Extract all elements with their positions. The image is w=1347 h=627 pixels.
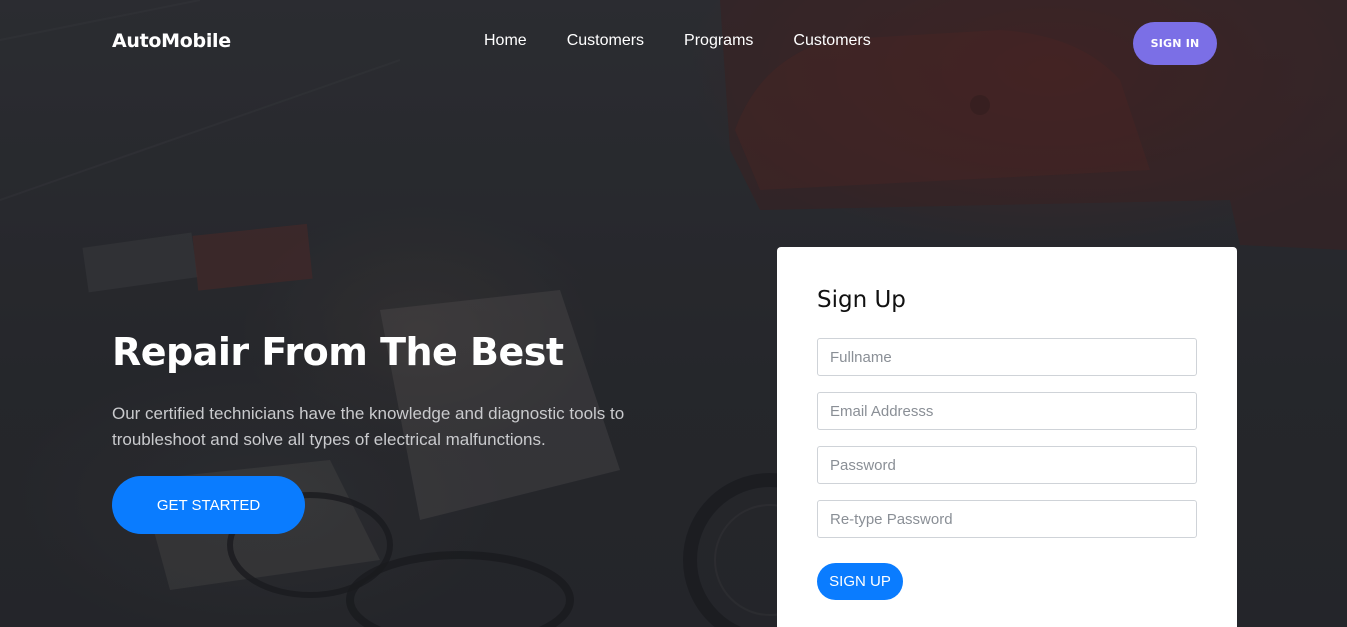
hero-description: Our certified technicians have the knowl… (112, 404, 625, 449)
signup-title: Sign Up (817, 287, 906, 313)
nav-links: Home Customers Programs Customers (484, 32, 911, 50)
signup-card: Sign Up SIGN UP (777, 247, 1237, 627)
retype-password-field[interactable] (817, 500, 1197, 538)
hero-title: Repair From The Best (112, 330, 564, 374)
email-field[interactable] (817, 392, 1197, 430)
nav-link-customers[interactable]: Customers (567, 32, 644, 50)
get-started-button[interactable]: GET STARTED (112, 476, 305, 534)
nav-link-programs[interactable]: Programs (684, 32, 753, 50)
sign-up-button[interactable]: SIGN UP (817, 563, 903, 600)
brand-logo[interactable]: AutoMobile (112, 30, 231, 52)
nav-link-home[interactable]: Home (484, 32, 527, 50)
fullname-field[interactable] (817, 338, 1197, 376)
nav-link-customers-2[interactable]: Customers (793, 32, 870, 50)
sign-in-button[interactable]: SIGN IN (1133, 22, 1217, 65)
top-navbar: AutoMobile Home Customers Programs Custo… (0, 0, 1347, 86)
password-field[interactable] (817, 446, 1197, 484)
